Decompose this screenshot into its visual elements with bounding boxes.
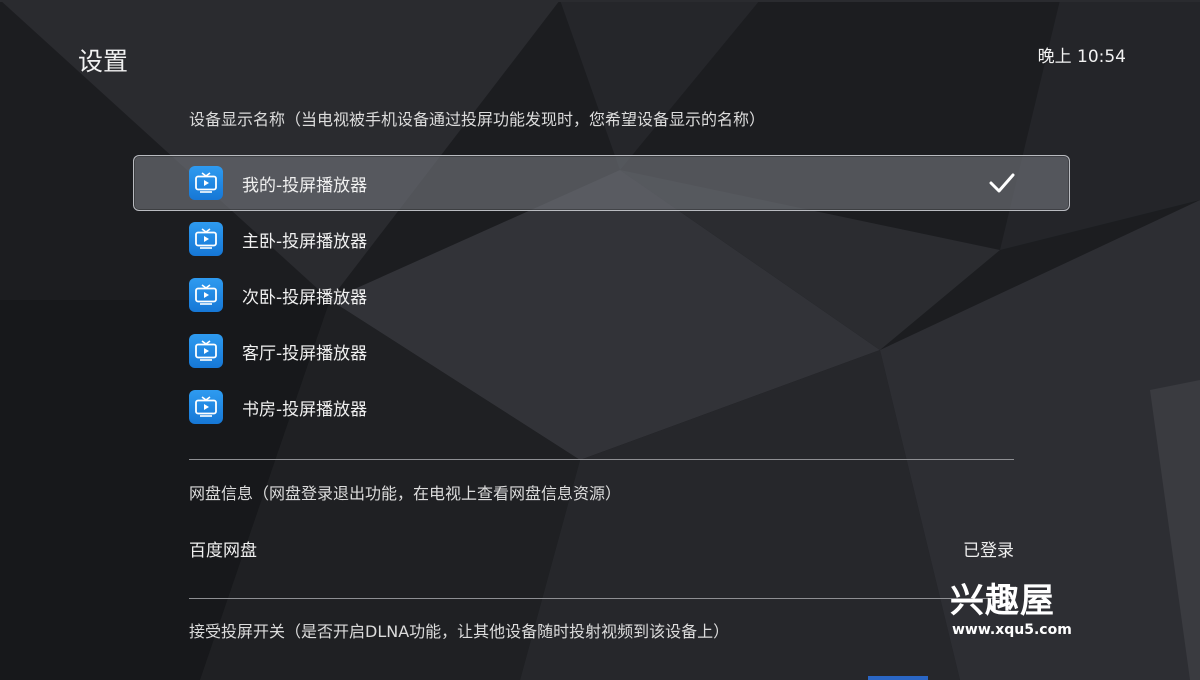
section-divider: [189, 459, 1014, 460]
baidu-netdisk-row[interactable]: 百度网盘 已登录: [189, 536, 1014, 561]
login-status: 已登录: [963, 541, 1014, 561]
clock: 晚上 10:54: [1037, 47, 1126, 67]
watermark-url: www.xqu5.com: [952, 622, 1072, 638]
tv-play-icon: [189, 278, 223, 312]
option-label: 客厅-投屏播放器: [242, 343, 368, 364]
option-label: 书房-投屏播放器: [242, 399, 368, 420]
receive-cast-section-heading: 接受投屏开关（是否开启DLNA功能，让其他设备随时投射视频到该设备上）: [189, 622, 730, 641]
focus-accent-bar: [868, 676, 928, 680]
device-name-option-second-bedroom[interactable]: 次卧-投屏播放器: [133, 267, 1070, 323]
top-edge-line: [0, 0, 1200, 2]
option-label: 我的-投屏播放器: [242, 175, 368, 196]
device-name-option-master-bedroom[interactable]: 主卧-投屏播放器: [133, 211, 1070, 267]
section-divider: [189, 598, 1014, 599]
device-name-option-living-room[interactable]: 客厅-投屏播放器: [133, 323, 1070, 379]
device-name-option-mine[interactable]: 我的-投屏播放器: [133, 155, 1070, 211]
checkmark-icon: [989, 173, 1015, 193]
cloud-section-heading: 网盘信息（网盘登录退出功能，在电视上查看网盘信息资源）: [189, 484, 622, 503]
device-name-section-heading: 设备显示名称（当电视被手机设备通过投屏功能发现时，您希望设备显示的名称）: [189, 110, 766, 129]
netdisk-label: 百度网盘: [189, 541, 257, 561]
device-name-option-study[interactable]: 书房-投屏播放器: [133, 379, 1070, 435]
option-label: 主卧-投屏播放器: [242, 231, 368, 252]
tv-play-icon: [189, 390, 223, 424]
watermark-logo: 兴趣屋: [950, 581, 1055, 621]
page-title: 设置: [78, 47, 129, 76]
option-label: 次卧-投屏播放器: [242, 287, 368, 308]
device-name-list: 我的-投屏播放器 主卧-投屏播放器 次卧-投屏播放器 客厅-投屏播放器 书房-投…: [133, 155, 1070, 435]
tv-play-icon: [189, 166, 223, 200]
tv-play-icon: [189, 222, 223, 256]
site-watermark: 兴趣屋 www.xqu5.com: [950, 582, 1078, 642]
tv-play-icon: [189, 334, 223, 368]
